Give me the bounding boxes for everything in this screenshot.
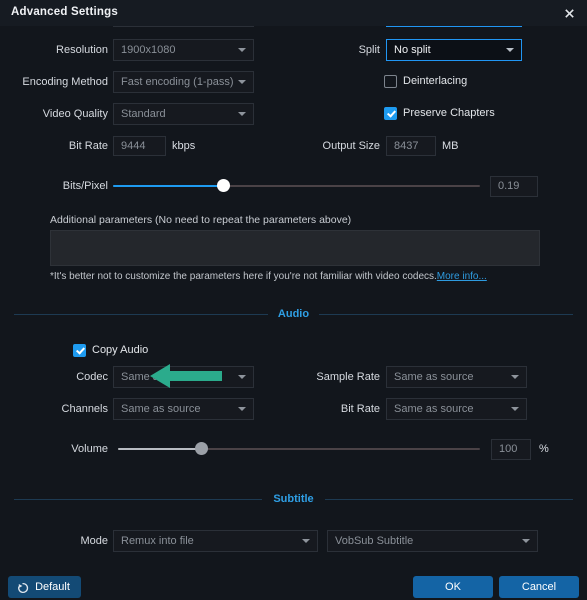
cut-off-dropdown-left[interactable]	[113, 26, 254, 27]
sample-rate-label: Sample Rate	[316, 371, 380, 383]
video-quality-label: Video Quality	[42, 108, 108, 120]
dialog-titlebar: Advanced Settings	[0, 0, 587, 26]
subtitle-mode-dropdown[interactable]: Remux into file	[113, 530, 318, 552]
encoding-method-label: Encoding Method	[22, 76, 108, 88]
cancel-button-label: Cancel	[521, 581, 557, 593]
audio-section-title: Audio	[277, 308, 310, 320]
volume-value: 100	[499, 443, 518, 455]
slider-fill	[118, 448, 202, 450]
close-icon[interactable]	[559, 4, 579, 22]
dialog-title: Advanced Settings	[11, 6, 118, 18]
advanced-settings-dialog: Advanced Settings Resolution 1900x1080 S…	[0, 0, 587, 600]
audio-codec-label: Codec	[76, 371, 108, 383]
split-label: Split	[358, 44, 380, 56]
channels-value: Same as source	[121, 403, 201, 415]
slider-fill	[113, 185, 224, 187]
default-button[interactable]: Default	[8, 576, 81, 598]
output-size-unit: MB	[442, 140, 459, 152]
chevron-down-icon	[238, 112, 246, 116]
additional-parameters-textarea[interactable]	[50, 230, 540, 266]
audio-bitrate-label: Bit Rate	[340, 403, 380, 415]
audio-bitrate-dropdown[interactable]: Same as source	[386, 398, 527, 420]
split-dropdown[interactable]: No split	[386, 39, 522, 61]
subtitle-section-title: Subtitle	[273, 493, 314, 505]
audio-codec-value: Same as source	[121, 371, 201, 383]
subtitle-section-divider: Subtitle	[14, 491, 573, 507]
codec-note-text: *It's better not to customize the parame…	[50, 271, 437, 282]
deinterlacing-label[interactable]: Deinterlacing	[403, 75, 467, 88]
preserve-chapters-checkbox[interactable]	[384, 107, 397, 120]
cancel-button[interactable]: Cancel	[499, 576, 579, 598]
audio-section-divider: Audio	[14, 306, 573, 322]
resolution-label: Resolution	[56, 44, 108, 56]
reset-icon	[18, 582, 29, 594]
resolution-dropdown[interactable]: 1900x1080	[113, 39, 254, 61]
chevron-down-icon	[238, 375, 246, 379]
copy-audio-checkbox[interactable]	[73, 344, 86, 357]
copy-audio-label[interactable]: Copy Audio	[92, 344, 148, 357]
sample-rate-dropdown[interactable]: Same as source	[386, 366, 527, 388]
subtitle-format-value: VobSub Subtitle	[335, 535, 414, 547]
dialog-footer: Default OK Cancel	[0, 574, 587, 600]
chevron-down-icon	[238, 80, 246, 84]
audio-bitrate-value: Same as source	[394, 403, 474, 415]
bits-per-pixel-value: 0.19	[498, 180, 520, 192]
subtitle-format-dropdown[interactable]: VobSub Subtitle	[327, 530, 538, 552]
preserve-chapters-label[interactable]: Preserve Chapters	[403, 107, 495, 120]
ok-button-label: OK	[445, 581, 461, 593]
chevron-down-icon	[511, 375, 519, 379]
bits-per-pixel-slider[interactable]	[113, 179, 480, 193]
output-size-value: 8437	[394, 140, 419, 152]
split-value: No split	[394, 44, 431, 56]
resolution-value: 1900x1080	[121, 44, 176, 56]
chevron-down-icon	[506, 48, 514, 52]
video-bitrate-value: 9444	[121, 140, 146, 152]
chevron-down-icon	[238, 407, 246, 411]
volume-unit: %	[539, 443, 549, 455]
chevron-down-icon	[522, 539, 530, 543]
deinterlacing-checkbox[interactable]	[384, 75, 397, 88]
subtitle-mode-label: Mode	[80, 535, 108, 547]
encoding-method-dropdown[interactable]: Fast encoding (1-pass)	[113, 71, 254, 93]
video-bitrate-label: Bit Rate	[68, 140, 108, 152]
sample-rate-value: Same as source	[394, 371, 474, 383]
bits-per-pixel-input[interactable]: 0.19	[490, 176, 538, 197]
channels-dropdown[interactable]: Same as source	[113, 398, 254, 420]
channels-label: Channels	[61, 403, 108, 415]
video-bitrate-input[interactable]: 9444	[113, 136, 166, 156]
cut-off-dropdown-right[interactable]	[386, 26, 522, 27]
settings-scroll-area[interactable]: Resolution 1900x1080 Split No split Enco…	[0, 26, 587, 574]
slider-thumb[interactable]	[195, 442, 209, 455]
encoding-method-value: Fast encoding (1-pass)	[121, 76, 234, 88]
volume-label: Volume	[71, 443, 108, 455]
volume-slider[interactable]	[118, 442, 480, 456]
slider-thumb[interactable]	[217, 179, 231, 192]
more-info-link[interactable]: More info...	[437, 271, 487, 282]
audio-codec-dropdown[interactable]: Same as source	[113, 366, 254, 388]
default-button-label: Default	[35, 581, 70, 593]
video-bitrate-unit: kbps	[172, 140, 196, 152]
video-quality-dropdown[interactable]: Standard	[113, 103, 254, 125]
bits-per-pixel-label: Bits/Pixel	[62, 180, 108, 192]
video-quality-value: Standard	[121, 108, 166, 120]
chevron-down-icon	[302, 539, 310, 543]
output-size-input[interactable]: 8437	[386, 136, 436, 156]
subtitle-mode-value: Remux into file	[121, 535, 194, 547]
additional-parameters-hint: Additional parameters (No need to repeat…	[50, 214, 352, 226]
close-glyph	[564, 8, 574, 18]
chevron-down-icon	[511, 407, 519, 411]
chevron-down-icon	[238, 48, 246, 52]
volume-input[interactable]: 100	[491, 439, 531, 460]
ok-button[interactable]: OK	[413, 576, 493, 598]
output-size-label: Output Size	[322, 140, 380, 152]
codec-note: *It's better not to customize the parame…	[50, 271, 487, 282]
